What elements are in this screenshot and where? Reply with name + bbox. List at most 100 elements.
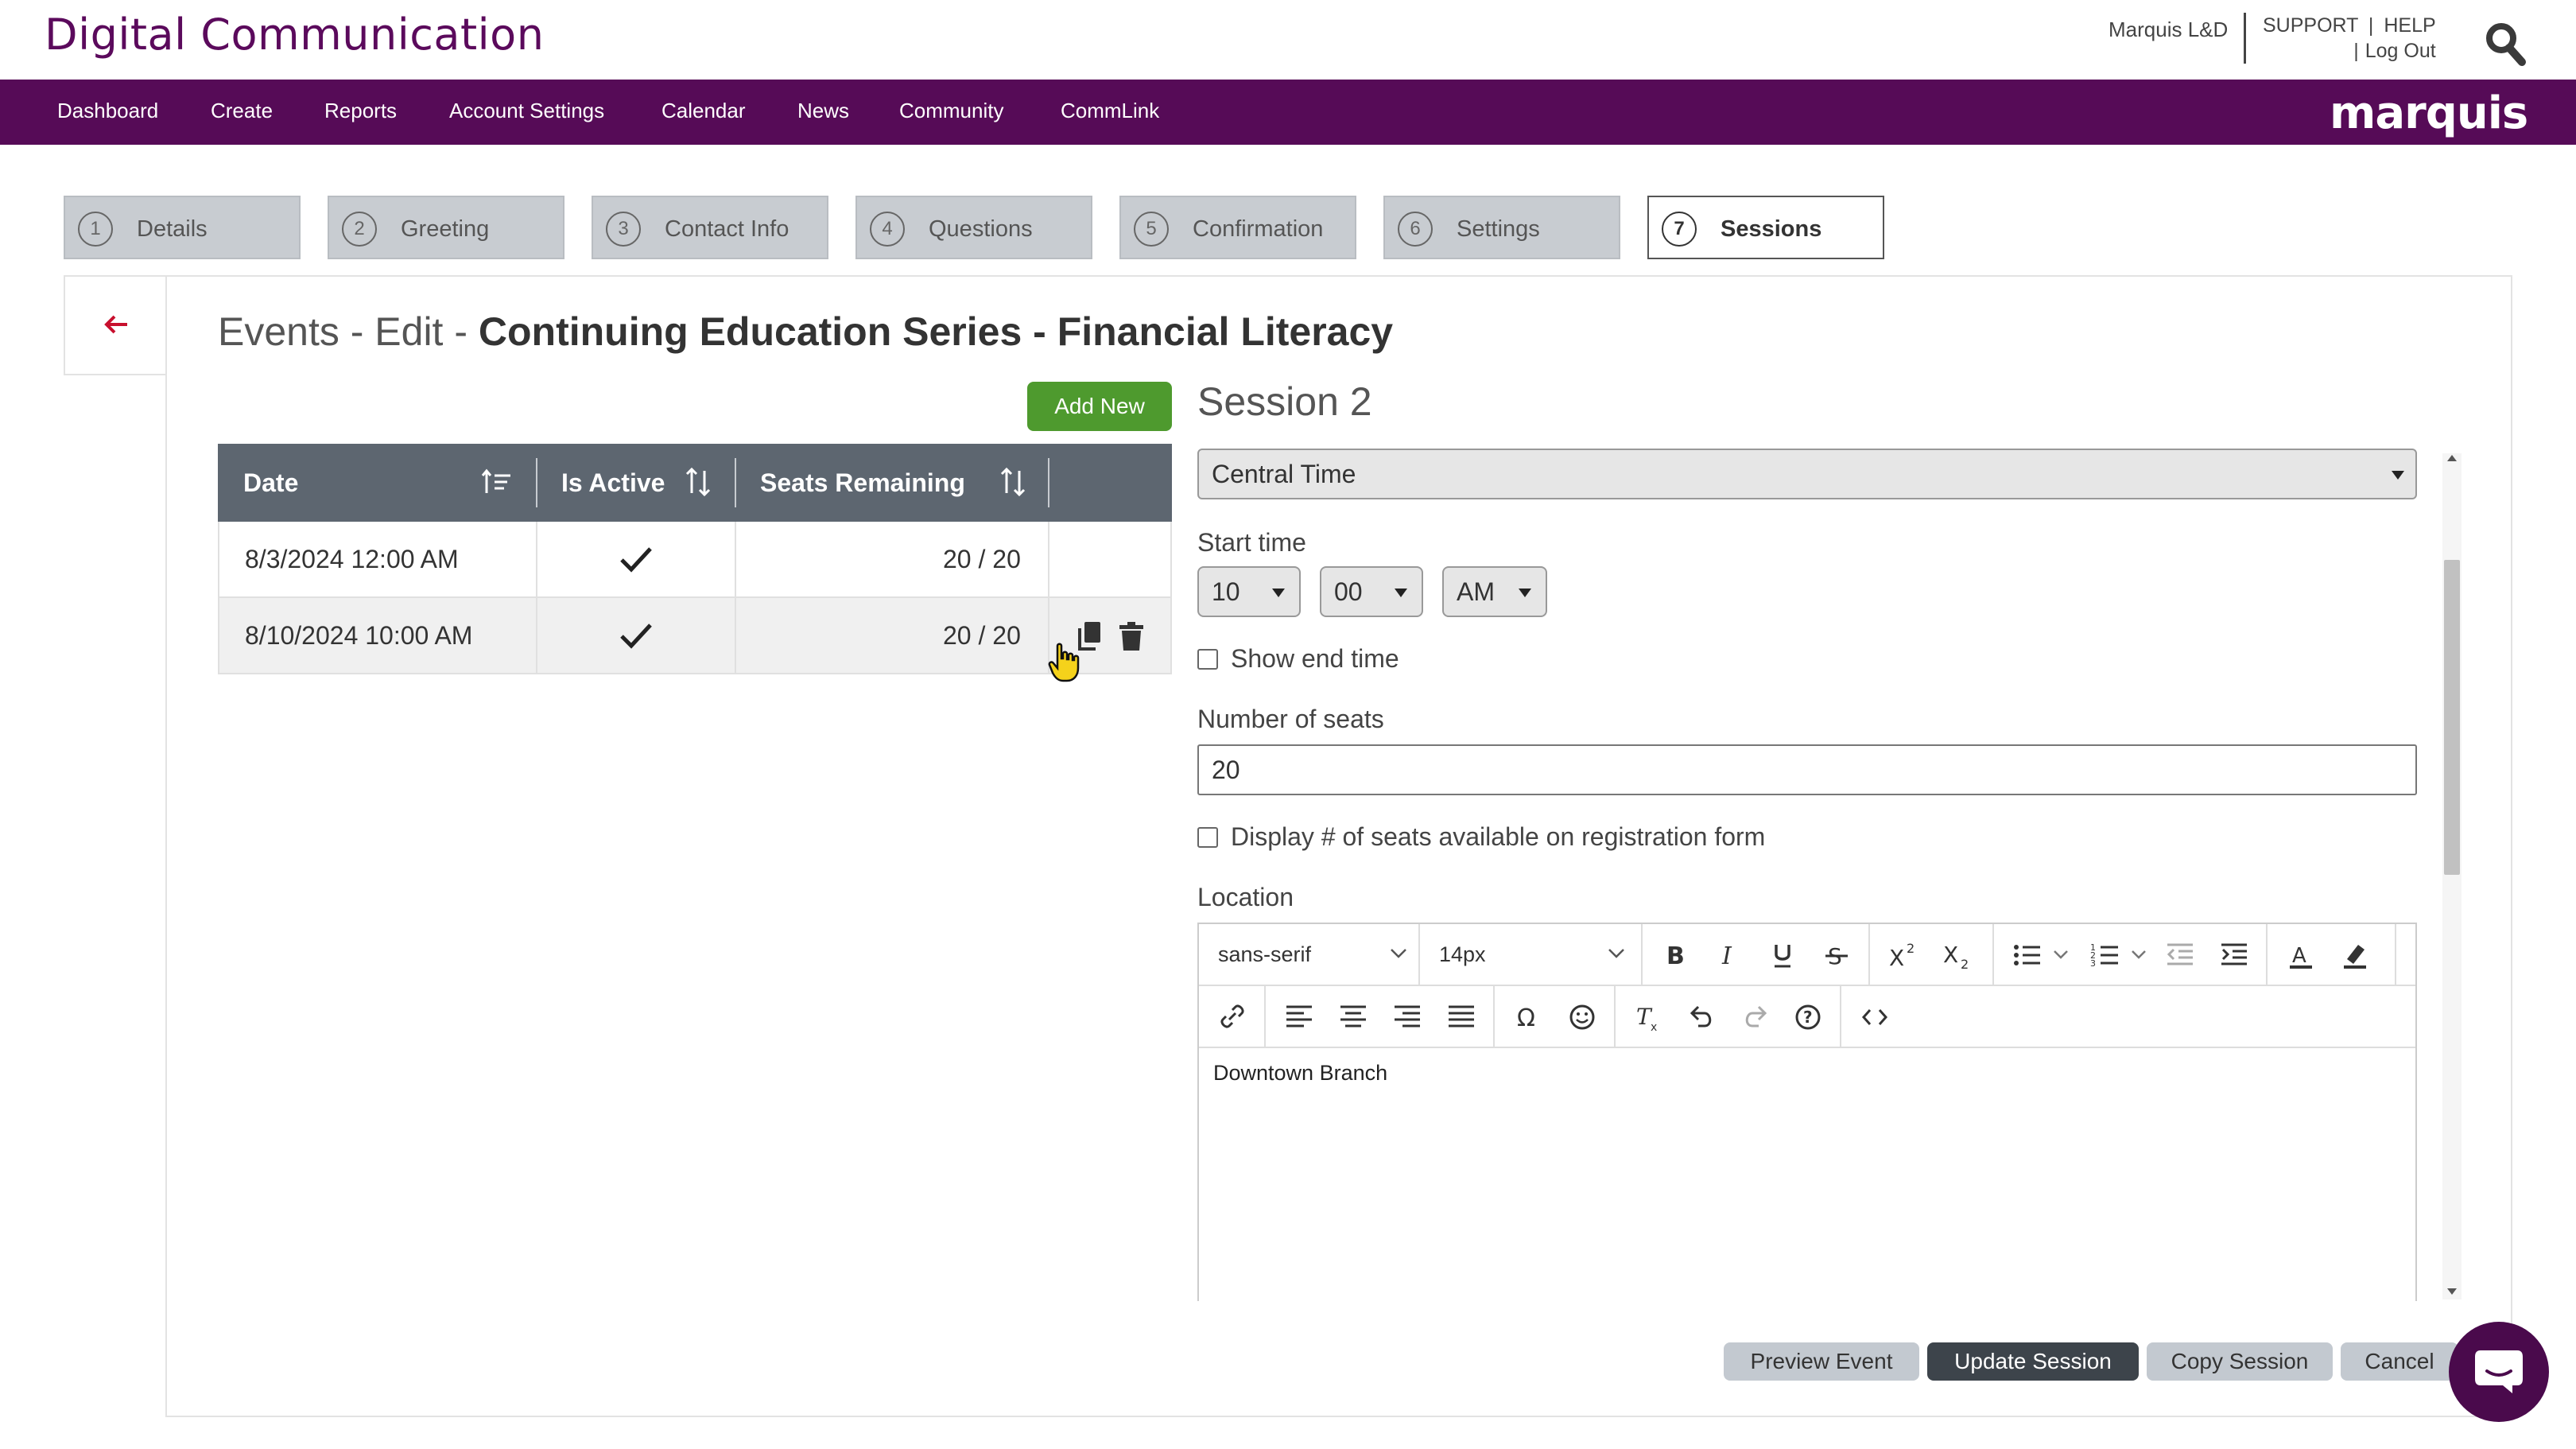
align-right-icon[interactable] xyxy=(1391,1002,1423,1032)
column-date[interactable]: Date xyxy=(243,444,298,522)
app-brand: Digital Communication xyxy=(45,10,545,60)
emoji-icon[interactable] xyxy=(1566,1002,1598,1032)
chevron-down-icon[interactable] xyxy=(2131,950,2147,961)
nav-dashboard[interactable]: Dashboard xyxy=(57,99,158,123)
help-link[interactable]: HELP xyxy=(2384,14,2435,37)
preview-event-button[interactable]: Preview Event xyxy=(1724,1342,1919,1381)
logout-row: | Log Out xyxy=(2263,38,2436,64)
seats-remaining: 20 / 20 xyxy=(943,621,1021,650)
chevron-down-icon[interactable] xyxy=(2053,950,2069,961)
checkmark-icon xyxy=(619,620,654,651)
bullet-list-icon[interactable] xyxy=(2012,940,2043,970)
hour-select[interactable]: 10 xyxy=(1197,566,1301,617)
help-icon[interactable]: ? xyxy=(1792,1002,1824,1032)
undo-icon[interactable] xyxy=(1686,1002,1717,1032)
svg-text:2: 2 xyxy=(1961,957,1969,970)
source-code-icon[interactable] xyxy=(1859,1002,1891,1032)
align-left-icon[interactable] xyxy=(1283,1002,1315,1032)
scrollbar-thumb[interactable] xyxy=(2444,560,2460,875)
svg-text:2: 2 xyxy=(1907,941,1915,956)
subscript-icon[interactable]: X2 xyxy=(1942,940,1973,972)
step-number: 7 xyxy=(1662,212,1697,247)
marquis-logo: marquis xyxy=(2330,87,2528,139)
scroll-down-icon[interactable] xyxy=(2447,1288,2457,1295)
step-settings[interactable]: 6 Settings xyxy=(1383,196,1620,259)
scroll-up-icon[interactable] xyxy=(2447,455,2457,461)
indent-icon[interactable] xyxy=(2218,940,2250,970)
nav-create[interactable]: Create xyxy=(211,99,273,123)
step-details[interactable]: 1 Details xyxy=(64,196,301,259)
seats-input[interactable] xyxy=(1197,744,2417,795)
step-label: Details xyxy=(137,216,208,242)
column-is-active[interactable]: Is Active xyxy=(561,444,665,522)
display-seats-checkbox[interactable] xyxy=(1197,827,1218,848)
back-button[interactable] xyxy=(64,275,165,375)
copy-icon[interactable] xyxy=(1077,620,1104,652)
nav-calendar[interactable]: Calendar xyxy=(661,99,746,123)
svg-text:Ω: Ω xyxy=(1517,1004,1535,1032)
sort-icon[interactable] xyxy=(997,466,1029,498)
ampm-select[interactable]: AM xyxy=(1442,566,1547,617)
sort-icon[interactable] xyxy=(682,466,714,498)
step-contact-info[interactable]: 3 Contact Info xyxy=(592,196,828,259)
nav-reports[interactable]: Reports xyxy=(324,99,397,123)
clear-formatting-icon[interactable]: Tx xyxy=(1631,1002,1663,1034)
strikethrough-icon[interactable]: S xyxy=(1821,940,1852,970)
chevron-down-icon xyxy=(1391,949,1406,958)
svg-text:A: A xyxy=(2292,944,2306,968)
arrow-left-icon xyxy=(100,309,132,340)
search-icon[interactable] xyxy=(2484,21,2528,68)
step-confirmation[interactable]: 5 Confirmation xyxy=(1119,196,1356,259)
table-header: Date Is Active Seats Remaining xyxy=(218,444,1172,522)
highlight-icon[interactable] xyxy=(2339,940,2371,970)
step-label: Sessions xyxy=(1721,216,1822,242)
table-row[interactable]: 8/10/2024 10:00 AM 20 / 20 xyxy=(218,598,1172,674)
redo-icon[interactable] xyxy=(1740,1002,1771,1032)
chevron-down-icon xyxy=(1608,949,1624,958)
toolbar-divider xyxy=(1840,986,1841,1047)
nav-news[interactable]: News xyxy=(797,99,849,123)
checkmark-icon xyxy=(619,544,654,574)
chat-widget-button[interactable] xyxy=(2449,1322,2549,1422)
step-greeting[interactable]: 2 Greeting xyxy=(328,196,564,259)
minute-select[interactable]: 00 xyxy=(1320,566,1423,617)
align-justify-icon[interactable] xyxy=(1445,1002,1477,1032)
logout-link[interactable]: Log Out xyxy=(2365,40,2436,62)
superscript-icon[interactable]: X2 xyxy=(1887,940,1919,971)
text-color-icon[interactable]: A xyxy=(2285,940,2317,970)
font-family-select[interactable]: sans-serif xyxy=(1218,924,1417,985)
nav-community[interactable]: Community xyxy=(899,99,1003,123)
step-questions[interactable]: 4 Questions xyxy=(855,196,1092,259)
editor-content[interactable]: Downtown Branch xyxy=(1213,1061,1387,1086)
page-title-prefix: Events - Edit - xyxy=(218,309,479,354)
svg-text:X: X xyxy=(1889,945,1904,970)
copy-session-button[interactable]: Copy Session xyxy=(2147,1342,2333,1381)
header-divider xyxy=(2244,13,2246,64)
column-seats-remaining[interactable]: Seats Remaining xyxy=(760,444,965,522)
nav-account-settings[interactable]: Account Settings xyxy=(449,99,604,123)
align-center-icon[interactable] xyxy=(1337,1002,1369,1032)
link-icon[interactable] xyxy=(1216,1002,1248,1032)
special-character-icon[interactable]: Ω xyxy=(1512,1002,1544,1032)
step-sessions[interactable]: 7 Sessions xyxy=(1647,196,1884,259)
underline-icon[interactable] xyxy=(1767,940,1798,970)
nav-commlink[interactable]: CommLink xyxy=(1061,99,1159,123)
add-new-button[interactable]: Add New xyxy=(1027,382,1172,431)
sort-ascending-icon[interactable] xyxy=(480,466,512,498)
column-divider xyxy=(536,522,537,596)
trash-icon[interactable] xyxy=(1118,620,1145,652)
svg-text:3: 3 xyxy=(2090,958,2096,969)
font-size-select[interactable]: 14px xyxy=(1439,924,1638,985)
show-end-time-checkbox[interactable] xyxy=(1197,649,1218,670)
timezone-select[interactable]: Central Time xyxy=(1197,449,2417,499)
italic-icon[interactable]: I xyxy=(1713,940,1744,970)
outdent-icon[interactable] xyxy=(2164,940,2196,970)
editor-toolbar-row: sans-serif 14px B I S X2 X2 1 2 3 A xyxy=(1199,924,2415,986)
cancel-button[interactable]: Cancel xyxy=(2341,1342,2458,1381)
numbered-list-icon[interactable]: 123 xyxy=(2089,940,2121,970)
bold-icon[interactable]: B xyxy=(1658,940,1690,970)
step-label: Confirmation xyxy=(1193,216,1324,242)
table-row[interactable]: 8/3/2024 12:00 AM 20 / 20 xyxy=(218,522,1172,598)
update-session-button[interactable]: Update Session xyxy=(1927,1342,2139,1381)
support-link[interactable]: SUPPORT xyxy=(2263,14,2358,37)
